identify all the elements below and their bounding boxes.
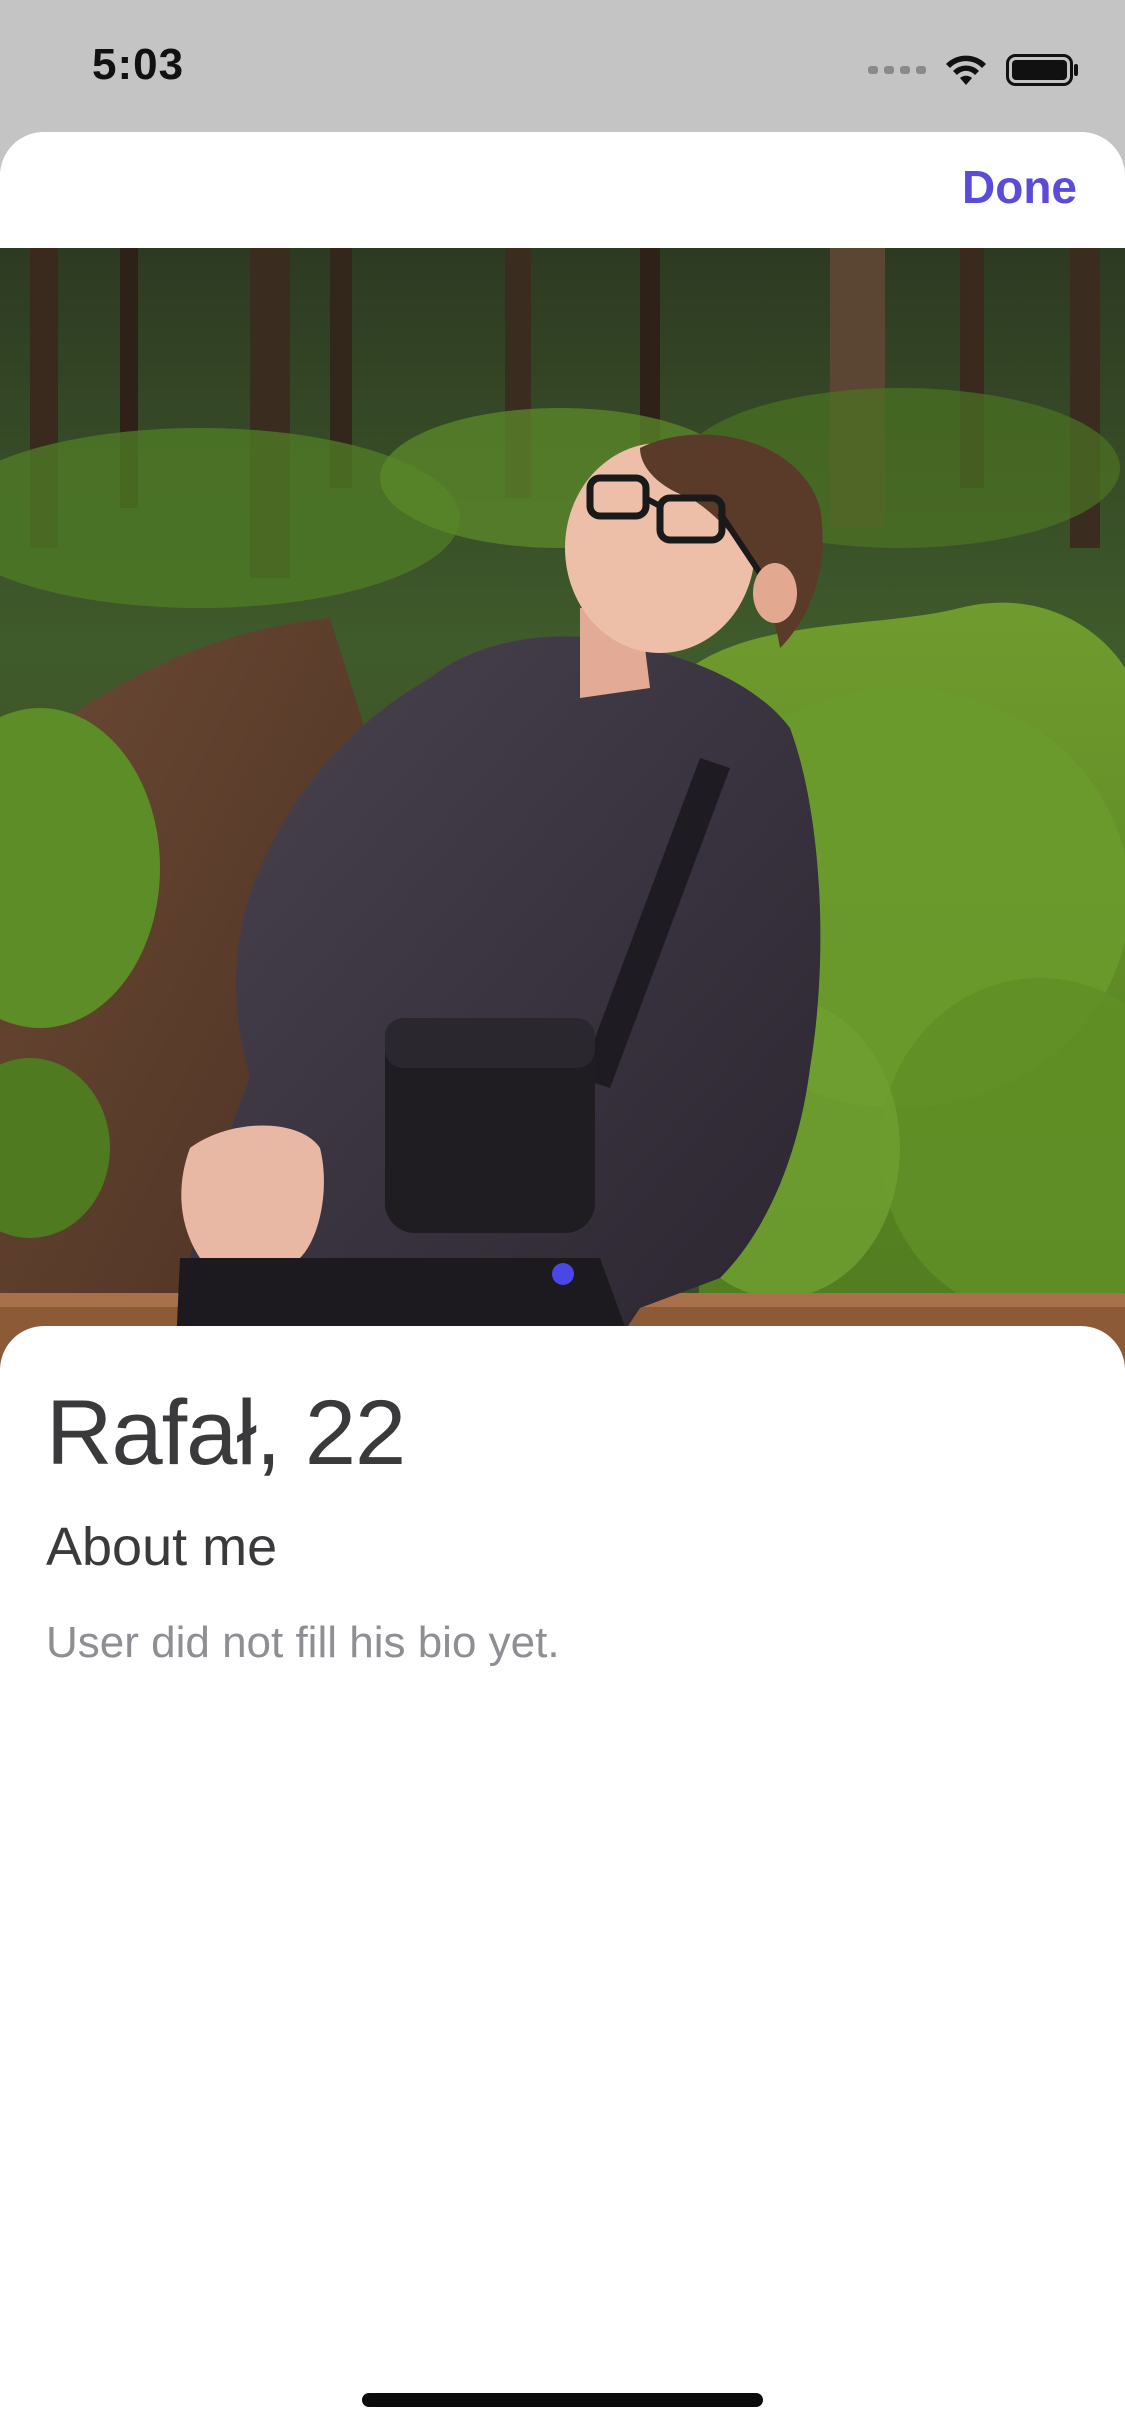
status-indicators xyxy=(868,50,1080,90)
profile-sheet: Done Rafał, 22 About me User did not fil… xyxy=(0,132,1125,2436)
home-indicator[interactable] xyxy=(362,2393,763,2407)
sheet-header: Done xyxy=(0,132,1125,248)
about-me-heading: About me xyxy=(46,1517,278,1577)
battery-icon xyxy=(1006,54,1078,86)
photo-page-indicator-dot[interactable] xyxy=(552,1263,574,1285)
wifi-icon xyxy=(946,55,986,85)
cellular-signal-icon xyxy=(868,66,926,74)
bio-text: User did not fill his bio yet. xyxy=(46,1618,560,1667)
done-button[interactable]: Done xyxy=(962,160,1077,214)
profile-photo[interactable] xyxy=(0,248,1125,1368)
status-bar: 5:03 xyxy=(0,0,1125,132)
profile-info-card: Rafał, 22 About me User did not fill his… xyxy=(0,1326,1125,2436)
status-time: 5:03 xyxy=(92,40,185,89)
photo-illustration xyxy=(0,248,1125,1368)
profile-name-age: Rafał, 22 xyxy=(46,1382,406,1484)
